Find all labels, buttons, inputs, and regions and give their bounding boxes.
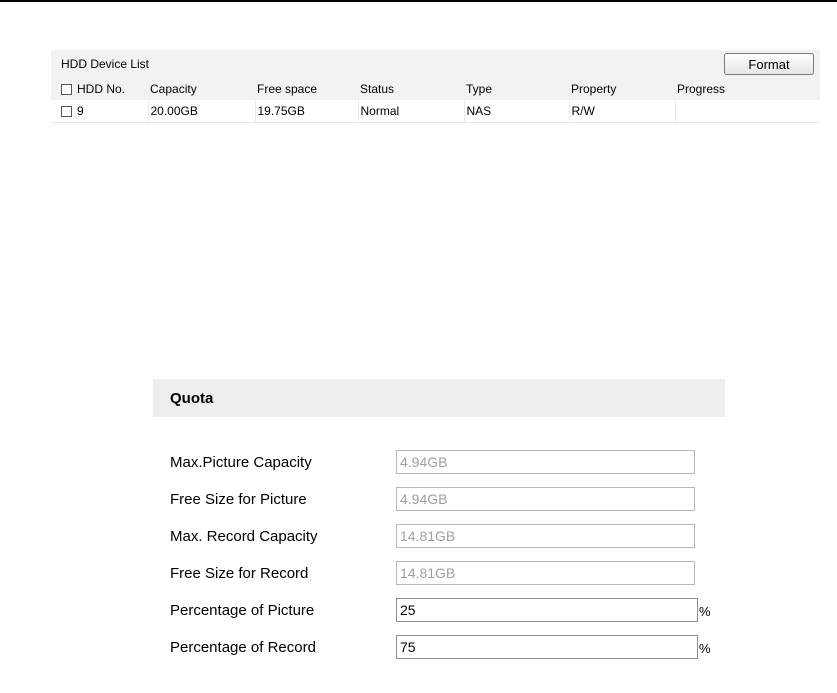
hdd-table: HDD No. Capacity Free space Status Type … (51, 78, 820, 123)
top-divider (0, 0, 837, 2)
format-button[interactable]: Format (724, 53, 814, 75)
quota-row-percentage-record: Percentage of Record % (153, 628, 725, 665)
hdd-device-list-panel: HDD Device List Format HDD No. Capacity … (51, 50, 820, 123)
free-size-record-field (396, 561, 695, 585)
percentage-record-unit: % (699, 641, 711, 656)
col-free-space: Free space (257, 82, 318, 96)
table-row: 9 20.00GB 19.75GB Normal NAS R/W (51, 100, 820, 123)
cell-property: R/W (569, 100, 676, 123)
cell-hdd-no: 9 (51, 100, 149, 123)
quota-row-max-record: Max. Record Capacity (153, 517, 725, 554)
col-hdd-no: HDD No. (51, 78, 148, 100)
percentage-picture-unit: % (699, 604, 711, 619)
cell-status: Normal (358, 100, 465, 123)
free-size-picture-field (396, 487, 695, 511)
max-picture-capacity-field (396, 450, 695, 474)
col-capacity: Capacity (150, 82, 197, 96)
col-property: Property (571, 82, 617, 96)
quota-row-max-picture: Max.Picture Capacity (153, 443, 725, 480)
free-size-record-label: Free Size for Record (170, 565, 309, 582)
percentage-record-input[interactable] (396, 635, 698, 659)
hdd-list-header: HDD Device List Format (51, 50, 820, 78)
cell-progress (675, 100, 820, 123)
free-size-picture-label: Free Size for Picture (170, 491, 307, 508)
row-checkbox[interactable] (61, 106, 72, 118)
hdd-table-header-row: HDD No. Capacity Free space Status Type … (51, 78, 820, 100)
percentage-picture-input[interactable] (396, 598, 698, 622)
cell-capacity: 20.00GB (148, 100, 256, 123)
percentage-record-label: Percentage of Record (170, 639, 316, 656)
col-type: Type (466, 82, 493, 96)
select-all-checkbox[interactable] (61, 84, 72, 96)
col-status: Status (360, 82, 395, 96)
quota-row-percentage-picture: Percentage of Picture % (153, 591, 725, 628)
hdd-no-value: 9 (77, 104, 84, 118)
col-progress: Progress (677, 82, 726, 96)
max-picture-capacity-label: Max.Picture Capacity (170, 454, 312, 471)
quota-row-free-record: Free Size for Record (153, 554, 725, 591)
col-hdd-no-label: HDD No. (77, 82, 126, 96)
hdd-list-title: HDD Device List (61, 57, 150, 71)
max-record-capacity-field (396, 524, 695, 548)
cell-type: NAS (464, 100, 570, 123)
quota-panel: Quota Max.Picture Capacity Free Size for… (153, 379, 725, 665)
quota-row-free-picture: Free Size for Picture (153, 480, 725, 517)
percentage-picture-label: Percentage of Picture (170, 602, 315, 619)
quota-title: Quota (170, 390, 214, 407)
cell-free-space: 19.75GB (255, 100, 359, 123)
max-record-capacity-label: Max. Record Capacity (170, 528, 318, 545)
quota-header: Quota (153, 379, 725, 417)
